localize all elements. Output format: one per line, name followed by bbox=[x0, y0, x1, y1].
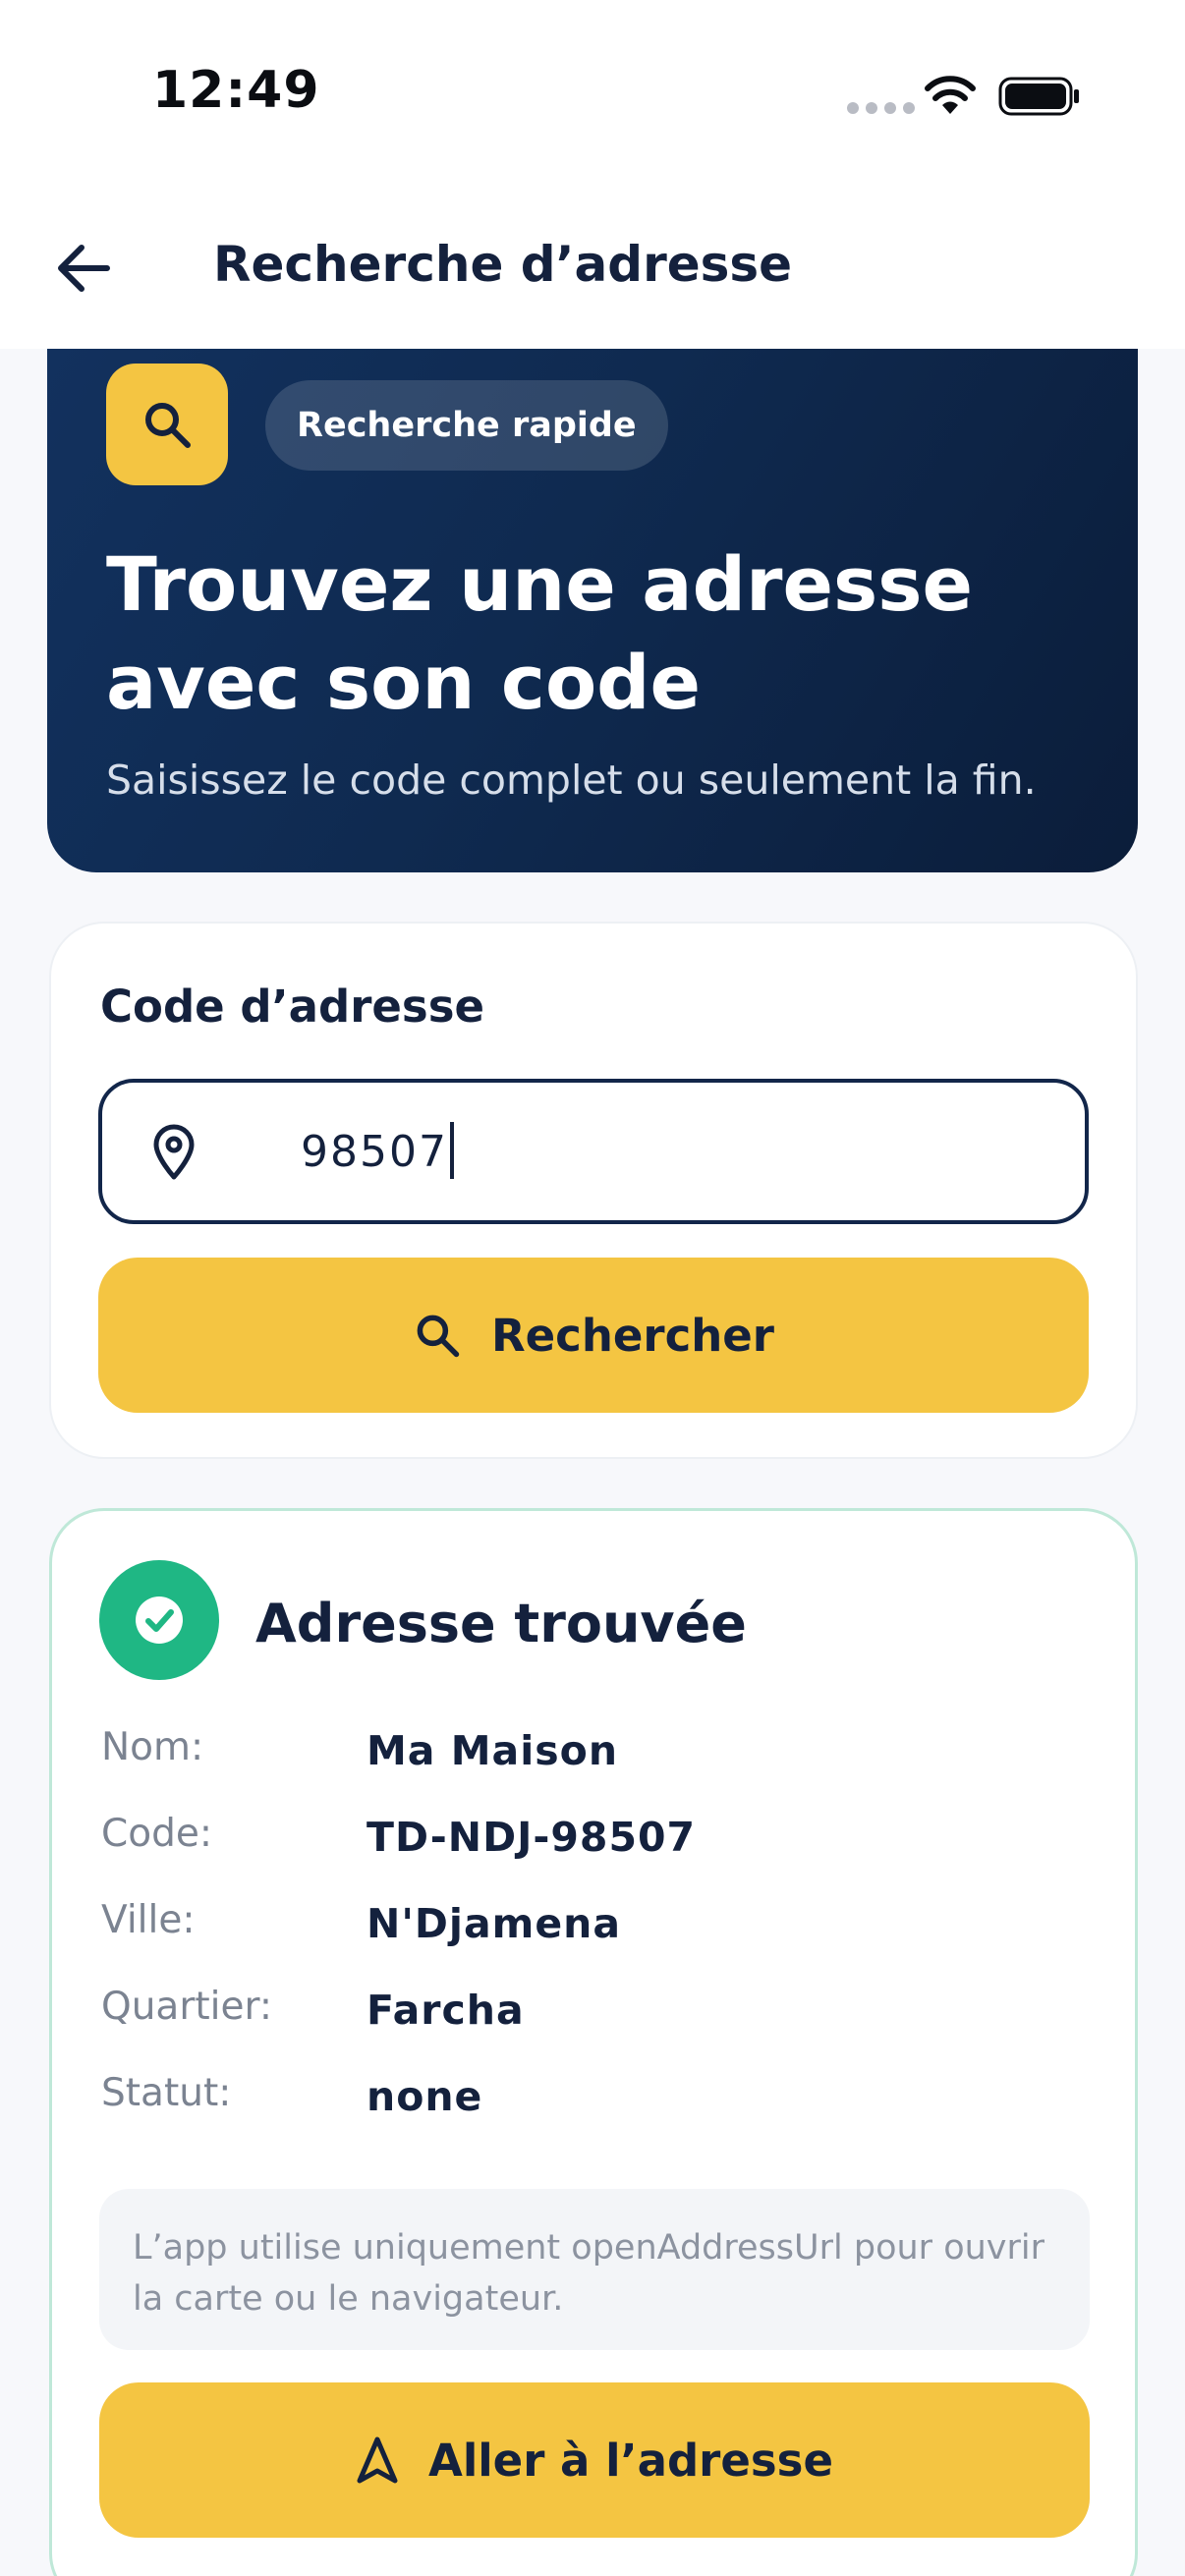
detail-label: Statut: bbox=[101, 2071, 232, 2115]
result-title: Adresse trouvée bbox=[255, 1593, 747, 1654]
check-circle-icon bbox=[99, 1560, 219, 1680]
map-pin-icon bbox=[153, 1124, 195, 1180]
check-icon bbox=[136, 1596, 183, 1644]
detail-label: Quartier: bbox=[101, 1985, 272, 2029]
search-button-label: Rechercher bbox=[490, 1309, 775, 1362]
quick-search-chip: Recherche rapide bbox=[265, 380, 668, 471]
result-card: Adresse trouvée Nom: Ma Maison Code: TD-… bbox=[49, 1508, 1138, 2576]
hero-search-badge bbox=[106, 364, 228, 485]
address-details: Nom: Ma Maison Code: TD-NDJ-98507 Ville:… bbox=[101, 1725, 1084, 2157]
hero-subtitle: Saisissez le code complet ou seulement l… bbox=[106, 756, 1037, 804]
detail-value: TD-NDJ-98507 bbox=[367, 1814, 697, 1861]
page-title: Recherche d’adresse bbox=[213, 236, 793, 293]
code-field-label: Code d’adresse bbox=[100, 980, 485, 1033]
wifi-icon bbox=[925, 76, 976, 114]
go-to-address-button[interactable]: Aller à l’adresse bbox=[99, 2382, 1090, 2538]
search-icon bbox=[145, 403, 191, 448]
cellular-signal-icon bbox=[847, 102, 915, 114]
screen: 12:49 Recherche d’adresse Recherche rapi… bbox=[0, 0, 1185, 2576]
detail-row-status: Statut: none bbox=[101, 2071, 1084, 2157]
hero-banner: Recherche rapide Trouvez une adresse ave… bbox=[47, 349, 1138, 872]
search-button[interactable]: Rechercher bbox=[98, 1258, 1089, 1413]
address-code-input[interactable]: 98507 bbox=[98, 1079, 1089, 1224]
detail-value: none bbox=[367, 2073, 483, 2120]
battery-icon bbox=[998, 77, 1079, 116]
search-card: Code d’adresse 98507 Rechercher bbox=[49, 922, 1138, 1459]
app-header: Recherche d’adresse bbox=[0, 187, 1185, 349]
detail-label: Nom: bbox=[101, 1725, 204, 1769]
detail-row-district: Quartier: Farcha bbox=[101, 1985, 1084, 2071]
info-note: L’app utilise uniquement openAddressUrl … bbox=[99, 2189, 1090, 2350]
detail-value: N'Djamena bbox=[367, 1900, 622, 1947]
text-caret bbox=[449, 1122, 454, 1179]
go-to-address-label: Aller à l’adresse bbox=[428, 2434, 833, 2487]
detail-row-name: Nom: Ma Maison bbox=[101, 1725, 1084, 1812]
hero-heading: Trouvez une adresse avec son code bbox=[106, 540, 974, 726]
arrow-left-icon bbox=[58, 245, 110, 292]
status-bar: 12:49 bbox=[0, 0, 1185, 187]
detail-row-code: Code: TD-NDJ-98507 bbox=[101, 1812, 1084, 1898]
detail-label: Code: bbox=[101, 1812, 212, 1856]
address-code-value[interactable]: 98507 bbox=[301, 1122, 454, 1183]
detail-value: Ma Maison bbox=[367, 1727, 619, 1774]
detail-label: Ville: bbox=[101, 1898, 196, 1942]
detail-row-city: Ville: N'Djamena bbox=[101, 1898, 1084, 1985]
navigation-arrow-icon bbox=[357, 2436, 398, 2484]
back-button[interactable] bbox=[49, 234, 118, 303]
status-time: 12:49 bbox=[152, 61, 320, 120]
detail-value: Farcha bbox=[367, 1987, 525, 2034]
address-code-text: 98507 bbox=[301, 1127, 448, 1177]
search-icon bbox=[417, 1315, 460, 1358]
